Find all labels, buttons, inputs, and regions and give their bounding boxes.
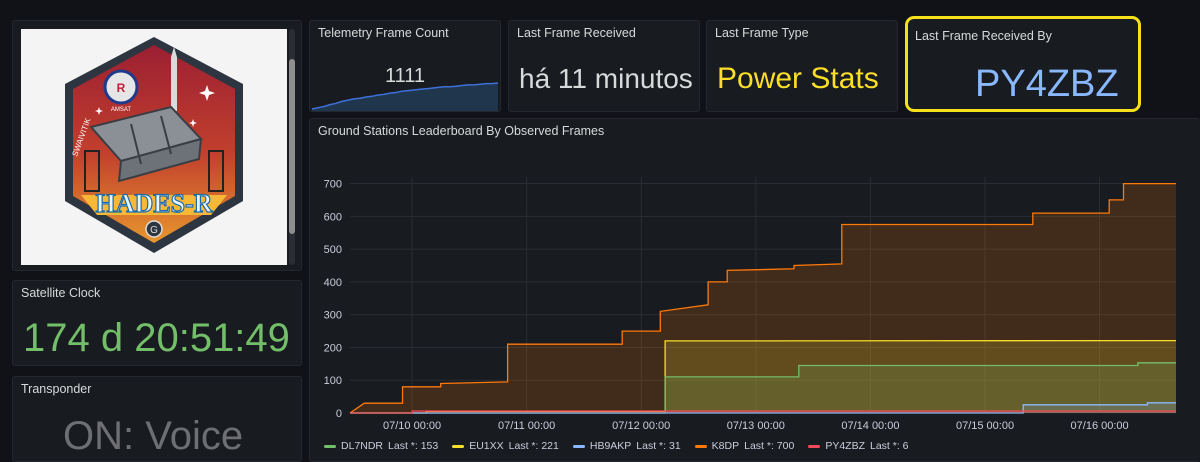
leaderboard-chart-title: Ground Stations Leaderboard By Observed …	[318, 124, 605, 138]
last-frame-received-panel: Last Frame Received há 11 minutos	[508, 20, 700, 112]
legend-swatch	[808, 444, 821, 448]
x-tick-label: 07/14 00:00	[841, 420, 899, 432]
legend-last-value: Last *: 153	[388, 440, 439, 452]
y-tick-label: 700	[324, 179, 342, 191]
x-tick-label: 07/16 00:00	[1071, 420, 1129, 432]
image-scrollbar[interactable]	[289, 29, 295, 265]
legend-series-name: EU1XX	[469, 440, 504, 452]
y-tick-label: 600	[324, 211, 342, 223]
legend-last-value: Last *: 700	[744, 440, 795, 452]
frame-count-title: Telemetry Frame Count	[318, 26, 449, 40]
legend-swatch	[324, 444, 336, 448]
legend-last-value: Last *: 221	[508, 440, 559, 452]
mission-patch-image: R HADES-R AMSAT G SWAIVITIK	[21, 29, 287, 265]
last-frame-type-panel: Last Frame Type Power Stats	[706, 20, 898, 112]
patch-graphic: R HADES-R AMSAT G SWAIVITIK	[65, 37, 243, 253]
legend-series-name: K8DP	[711, 440, 740, 452]
legend-series-name: PY4ZBZ	[825, 440, 865, 452]
svg-text:R: R	[117, 81, 126, 95]
legend-last-value: Last *: 31	[636, 440, 681, 452]
last-frame-received-title: Last Frame Received	[517, 26, 636, 40]
legend-swatch	[452, 444, 465, 448]
leaderboard-chart: 0 100 200 300 400 500 600 700 07/10 00:00 07/11 0…	[324, 177, 1177, 432]
x-tick-label: 07/12 00:00	[612, 420, 670, 432]
last-frame-type-title: Last Frame Type	[715, 26, 809, 40]
legend-item-eu1xx[interactable]: EU1XX Last *: 221	[452, 440, 559, 452]
legend-swatch	[572, 444, 585, 448]
legend-item-hb9akp[interactable]: HB9AKP Last *: 31	[572, 440, 681, 452]
last-frame-received-by-value: PY4ZBZ	[975, 63, 1119, 105]
satellite-clock-title: Satellite Clock	[21, 286, 101, 300]
y-tick-label: 200	[324, 342, 342, 354]
legend-series-name: DL7NDR	[341, 440, 384, 452]
svg-text:HADES-R: HADES-R	[95, 189, 212, 218]
chart-legend: DL7NDR Last *: 153 EU1XX Last *: 221 HB9AKP L…	[324, 440, 909, 452]
image-scrollbar-thumb[interactable]	[289, 59, 295, 234]
transponder-value: ON: Voice	[63, 414, 244, 458]
y-tick-label: 500	[324, 244, 342, 256]
last-frame-received-by-panel: Last Frame Received By PY4ZBZ	[905, 16, 1141, 112]
transponder-title: Transponder	[21, 382, 92, 396]
y-tick-label: 300	[324, 310, 342, 322]
y-tick-label: 400	[324, 277, 342, 289]
svg-text:AMSAT: AMSAT	[111, 107, 132, 113]
satellite-clock-panel: Satellite Clock 174 d 20:51:49	[12, 280, 302, 366]
x-tick-label: 07/15 00:00	[956, 420, 1014, 432]
frame-count-panel: Telemetry Frame Count 1111	[309, 20, 501, 112]
y-tick-label: 0	[336, 408, 342, 420]
legend-swatch	[694, 444, 707, 448]
transponder-panel: Transponder ON: Voice	[12, 376, 302, 462]
x-tick-label: 07/10 00:00	[383, 420, 441, 432]
y-tick-label: 100	[324, 375, 342, 387]
last-frame-type-value: Power Stats	[717, 62, 879, 95]
frame-count-value: 1111	[384, 65, 426, 87]
last-frame-received-value: há 11 minutos	[519, 63, 693, 94]
legend-item-py4zbz[interactable]: PY4ZBZ Last *: 6	[808, 440, 909, 452]
x-tick-label: 07/13 00:00	[727, 420, 785, 432]
last-frame-received-by-title: Last Frame Received By	[915, 29, 1052, 43]
leaderboard-chart-panel: 0 100 200 300 400 500 600 700 07/10 00:00 07/11 0…	[309, 118, 1200, 462]
svg-text:G: G	[150, 225, 158, 236]
mission-patch-panel: R HADES-R AMSAT G SWAIVITIK	[12, 20, 302, 271]
legend-last-value: Last *: 6	[870, 440, 909, 452]
x-tick-label: 07/11 00:00	[498, 420, 555, 432]
legend-item-k8dp[interactable]: K8DP Last *: 700	[694, 440, 795, 452]
legend-item-dl7ndr[interactable]: DL7NDR Last *: 153	[324, 440, 438, 452]
legend-series-name: HB9AKP	[589, 440, 632, 452]
satellite-clock-value: 174 d 20:51:49	[23, 316, 290, 360]
